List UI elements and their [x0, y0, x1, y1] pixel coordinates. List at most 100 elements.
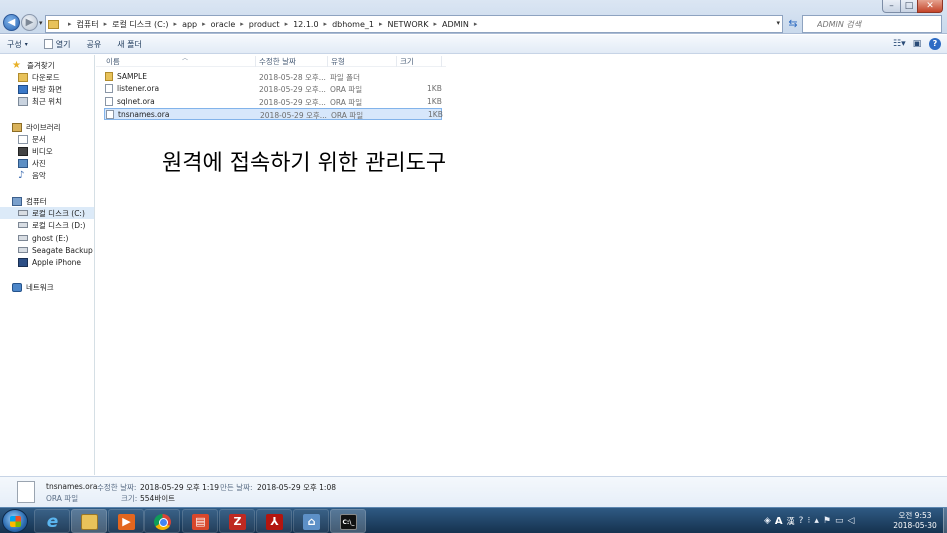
preview-pane-icon[interactable]: ▣	[911, 38, 923, 50]
refresh-button[interactable]: ⇆	[785, 16, 801, 32]
breadcrumb-separator-icon[interactable]: ▸	[174, 20, 178, 28]
command-prompt-icon: C:\_	[340, 514, 357, 530]
desktop-icon	[18, 84, 28, 94]
show-hidden-icons-icon[interactable]: ▴	[814, 516, 819, 526]
file-row-listener[interactable]: listener.ora 2018-05-29 오후... ORA 파일 1KB	[104, 83, 442, 95]
ime-mode-indicator[interactable]: A	[775, 516, 783, 527]
file-list: 이름 ︿ 수정한 날짜 유형 크기 SAMPLE 2018-05-28 오후..…	[96, 55, 947, 475]
open-button[interactable]: 열기	[43, 39, 71, 50]
taskbar-filezilla[interactable]: Z	[219, 509, 255, 533]
taskbar-internet-explorer[interactable]: e	[34, 509, 70, 533]
sidebar-item-label: 음악	[32, 170, 46, 180]
breadcrumb-separator-icon[interactable]: ▸	[285, 20, 289, 28]
file-icon	[105, 97, 113, 106]
command-bar: 구성 ▾ 열기 공유 새 폴더 ☷▾ ▣ ?	[0, 35, 947, 54]
breadcrumb-separator-icon[interactable]: ▸	[104, 20, 108, 28]
new-folder-button[interactable]: 새 폴더	[117, 39, 142, 50]
help-icon[interactable]: ?	[929, 38, 941, 50]
organize-button[interactable]: 구성 ▾	[7, 39, 28, 50]
sidebar-header-computer[interactable]: 컴퓨터	[12, 195, 106, 207]
search-input[interactable]	[817, 19, 935, 29]
file-icon	[43, 39, 53, 49]
sidebar-header-network[interactable]: 네트워크	[12, 281, 106, 293]
sidebar-header-libraries[interactable]: 라이브러리	[12, 121, 106, 133]
breadcrumb-separator-icon[interactable]: ▸	[202, 20, 206, 28]
clock-time: 오전 9:53	[898, 511, 932, 520]
breadcrumb-separator-icon[interactable]: ▸	[68, 20, 72, 28]
help-icon[interactable]: ?	[799, 516, 804, 526]
breadcrumb-separator-icon[interactable]: ▸	[324, 20, 328, 28]
file-row-sample[interactable]: SAMPLE 2018-05-28 오후... 파일 폴더	[104, 71, 442, 83]
close-button[interactable]: ✕	[917, 0, 943, 13]
file-icon	[105, 84, 113, 93]
column-header-size[interactable]: 크기	[398, 56, 442, 67]
address-bar[interactable]: ▸ 컴퓨터 ▸ 로컬 디스크 (C:) ▸ app ▸ oracle ▸ pro…	[45, 15, 783, 33]
back-button[interactable]: ◀	[3, 14, 20, 31]
file-type: ORA 파일	[331, 111, 364, 120]
taskbar-command-prompt[interactable]: C:\_	[330, 509, 366, 533]
breadcrumb-computer[interactable]: 컴퓨터	[77, 19, 99, 30]
taskbar-chrome[interactable]	[144, 509, 180, 533]
network-status-icon[interactable]: ▭	[835, 516, 844, 526]
column-header-type[interactable]: 유형	[329, 56, 397, 67]
ime-settings-icon[interactable]: ⁝	[807, 516, 810, 526]
column-header-date[interactable]: 수정한 날짜	[257, 56, 328, 67]
taskbar-media-player[interactable]: ▶	[108, 509, 144, 533]
breadcrumb-oracle[interactable]: oracle	[211, 20, 236, 29]
title-bar: – □ ✕ ◀ ▶ ▾ ▸ 컴퓨터 ▸ 로컬 디스크 (C:) ▸ app ▸ …	[0, 0, 947, 34]
sort-ascending-icon: ︿	[182, 55, 189, 62]
column-header-name[interactable]: 이름 ︿	[104, 55, 256, 67]
search-box[interactable]	[802, 15, 942, 33]
taskbar-app[interactable]: ▤	[182, 509, 218, 533]
sidebar-item-label: ghost (E:)	[32, 233, 69, 243]
chrome-icon	[154, 514, 171, 530]
view-options-icon[interactable]: ☷▾	[893, 38, 906, 50]
sidebar-item-label: Apple iPhone	[32, 257, 82, 267]
ime-hanja-indicator[interactable]: 漢	[787, 516, 795, 527]
share-button[interactable]: 공유	[86, 39, 101, 50]
maximize-button[interactable]: □	[900, 0, 918, 13]
recent-pages-dropdown[interactable]: ▾	[39, 19, 43, 27]
breadcrumb-separator-icon[interactable]: ▸	[379, 20, 383, 28]
clock-date: 2018-05-30	[893, 521, 937, 530]
media-player-icon: ▶	[118, 514, 135, 530]
sidebar-header-favorites[interactable]: ★ 즐겨찾기	[12, 59, 106, 71]
address-history-dropdown[interactable]: ▾	[776, 19, 780, 27]
breadcrumb-admin[interactable]: ADMIN	[442, 20, 469, 29]
breadcrumb-dbhome[interactable]: dbhome_1	[332, 20, 374, 29]
breadcrumb-network[interactable]: NETWORK	[388, 20, 429, 29]
sidebar-item-drive-c[interactable]: 로컬 디스크 (C:)	[0, 207, 94, 219]
ime-pad-icon[interactable]: ◈	[764, 516, 771, 526]
file-name: tnsnames.ora	[118, 110, 170, 119]
refresh-icon: ⇆	[788, 17, 798, 30]
breadcrumb-drive-c[interactable]: 로컬 디스크 (C:)	[112, 19, 168, 30]
taskbar-network-tool[interactable]: ⌂	[293, 509, 329, 533]
breadcrumb-product[interactable]: product	[249, 20, 280, 29]
breadcrumb-app[interactable]: app	[182, 20, 197, 29]
file-row-sqlnet[interactable]: sqlnet.ora 2018-05-29 오후... ORA 파일 1KB	[104, 96, 442, 108]
show-desktop-button[interactable]	[943, 508, 947, 533]
taskbar-acrobat[interactable]: ⅄	[256, 509, 292, 533]
music-note-icon: ♪	[18, 169, 25, 181]
file-row-tnsnames[interactable]: tnsnames.ora 2018-05-29 오후... ORA 파일 1KB	[104, 108, 443, 120]
forward-button[interactable]: ▶	[21, 14, 38, 31]
sidebar-item-seagate[interactable]: Seagate Backup Plu	[18, 244, 94, 256]
breadcrumb-separator-icon[interactable]: ▸	[240, 20, 244, 28]
start-button[interactable]	[2, 509, 28, 533]
picture-icon	[18, 158, 28, 168]
file-name: listener.ora	[117, 84, 160, 93]
minimize-button[interactable]: –	[882, 0, 901, 13]
breadcrumb-separator-icon[interactable]: ▸	[433, 20, 437, 28]
action-center-flag-icon[interactable]: ⚑	[823, 516, 831, 526]
breadcrumb-separator-icon[interactable]: ▸	[474, 20, 478, 28]
volume-icon[interactable]: ◁	[847, 516, 854, 526]
sidebar-header-label: 라이브러리	[26, 122, 61, 132]
breadcrumb-version[interactable]: 12.1.0	[293, 20, 318, 29]
library-icon	[12, 122, 22, 132]
system-tray: ◈ A 漢 ? ⁝ ▴ ⚑ ▭ ◁	[764, 511, 854, 531]
open-label: 열기	[55, 39, 71, 49]
details-size-label: 크기:	[121, 494, 138, 503]
document-icon	[18, 134, 28, 144]
taskbar-file-explorer[interactable]	[71, 509, 107, 533]
clock[interactable]: 오전 9:53 2018-05-30	[889, 511, 941, 531]
